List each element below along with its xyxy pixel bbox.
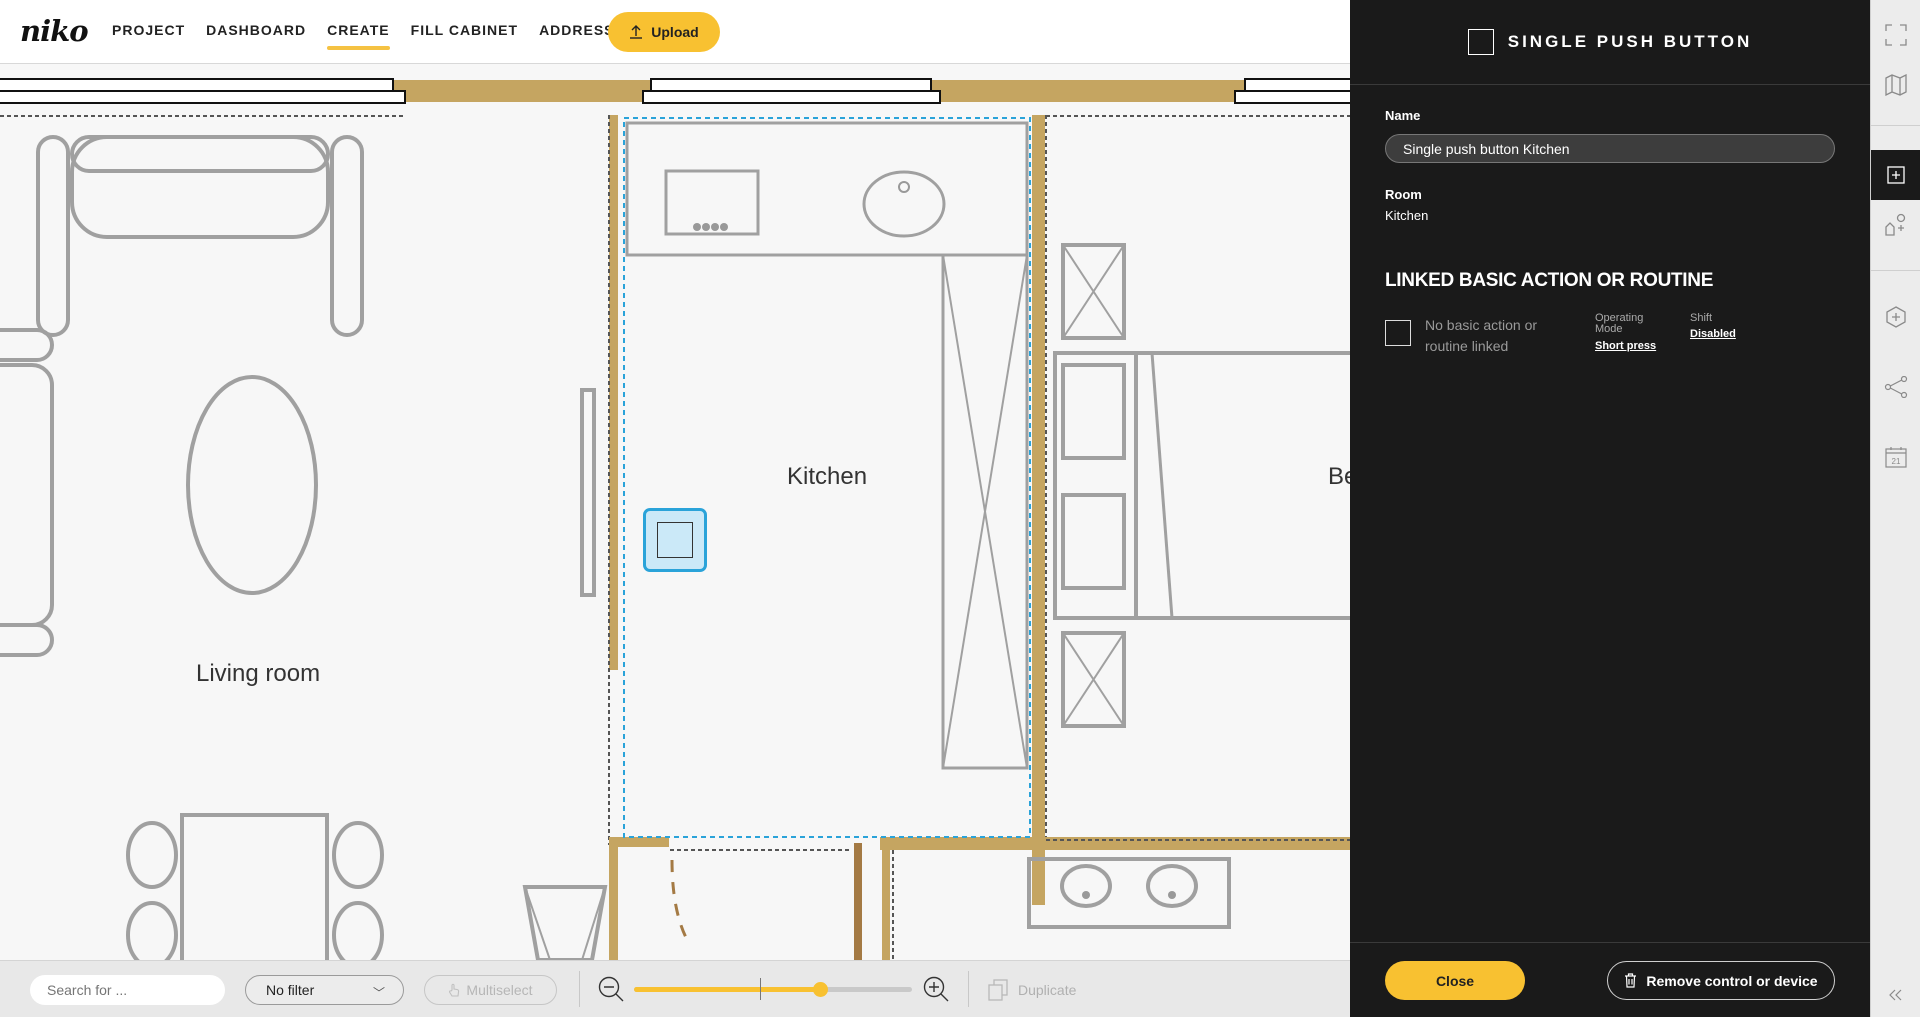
upload-label: Upload [651,24,699,40]
upload-icon [630,25,643,39]
close-button[interactable]: Close [1385,961,1525,1000]
panel-footer-divider [1350,942,1870,943]
nav-project[interactable]: PROJECT [112,22,185,50]
niko-logo[interactable]: niko [20,14,89,48]
window-kitchen [642,78,941,104]
hand-pointer-icon [449,983,460,997]
room-label-living-room[interactable]: Living room [196,660,320,688]
selected-device-single-push-button[interactable] [643,508,707,572]
room-label: Room [1385,187,1422,202]
upload-button[interactable]: Upload [608,12,720,52]
main-nav: PROJECT DASHBOARD CREATE FILL CABINET AD… [112,22,636,50]
bottom-toolbar: No filter ﹀ Multiselect Duplicate [0,960,1350,1017]
share-node-icon [1884,376,1908,398]
link-action-checkbox[interactable] [1385,320,1411,346]
duplicate-label: Duplicate [1018,982,1077,998]
filter-select[interactable]: No filter ﹀ [245,975,404,1005]
rail-divider [1871,125,1920,126]
collapse-panel-button[interactable] [1871,975,1920,1015]
operating-mode-value[interactable]: Short press [1595,340,1656,352]
no-link-text: No basic action or routine linked [1425,317,1538,354]
collapse-icon [1889,989,1902,1001]
share-node-button[interactable] [1871,362,1920,412]
linked-action-heading: LINKED BASIC ACTION OR ROUTINE [1385,270,1714,291]
right-tool-rail: 21 [1870,0,1920,1017]
fullscreen-button[interactable] [1871,10,1920,60]
shift-value[interactable]: Disabled [1690,328,1736,340]
multiselect-label: Multiselect [466,982,533,998]
add-hexagon-button[interactable] [1871,292,1920,342]
add-shape-button[interactable] [1871,200,1920,250]
calendar-icon: 21 [1885,447,1907,468]
toolbar-divider [579,971,580,1007]
map-button[interactable] [1871,60,1920,110]
calendar-button[interactable]: 21 [1871,432,1920,482]
room-label-bedroom[interactable]: Be [1328,463,1350,491]
chevron-down-icon: ﹀ [372,986,385,1000]
fullscreen-icon [1885,24,1907,46]
add-device-button[interactable] [1871,150,1920,200]
name-label: Name [1385,108,1421,123]
zoom-slider-thumb[interactable] [813,982,829,997]
shift-label: Shift [1690,312,1713,324]
zoom-slider-tick [760,978,761,1000]
app-root: niko PROJECT DASHBOARD CREATE FILL CABIN… [0,0,1920,1017]
room-value: Kitchen [1385,208,1429,223]
svg-text:21: 21 [1892,457,1901,466]
zoom-in-icon[interactable] [922,975,950,1003]
nav-address[interactable]: ADDRESS [539,22,614,50]
add-icon [1887,166,1905,184]
panel-header: SINGLE PUSH BUTTON [1350,0,1870,85]
multiselect-button[interactable]: Multiselect [424,975,557,1005]
room-label-kitchen[interactable]: Kitchen [787,463,867,491]
toolbar-divider [968,971,969,1007]
window-right [1234,78,1350,104]
device-details-panel: SINGLE PUSH BUTTON Name Room Kitchen LIN… [1350,0,1870,1017]
single-push-button-icon [657,522,693,558]
remove-label: Remove control or device [1646,972,1818,989]
add-shape-icon [1885,213,1906,236]
name-field[interactable] [1385,134,1835,163]
map-icon [1885,74,1907,96]
floorplan-canvas[interactable]: Kitchen Living room Be [0,65,1350,960]
nav-dashboard[interactable]: DASHBOARD [206,22,306,50]
duplicate-icon [988,979,1008,1001]
window-left [0,78,406,104]
remove-control-button[interactable]: Remove control or device [1607,961,1835,1000]
zoom-slider[interactable] [634,978,912,1000]
top-navigation-bar: niko PROJECT DASHBOARD CREATE FILL CABIN… [0,0,1350,64]
rail-divider [1871,270,1920,271]
filter-value: No filter [266,982,315,998]
nav-fill-cabinet[interactable]: FILL CABINET [411,22,518,50]
single-push-button-icon [1467,29,1494,55]
add-hexagon-icon [1886,306,1906,328]
nav-create[interactable]: CREATE [327,22,390,50]
operating-mode-label: Operating Mode [1595,312,1644,335]
zoom-slider-fill [634,987,821,992]
zoom-out-icon[interactable] [597,975,625,1003]
trash-icon [1625,973,1637,988]
duplicate-button[interactable]: Duplicate [988,975,1076,1005]
panel-title: SINGLE PUSH BUTTON [1507,32,1753,51]
search-input[interactable] [30,975,225,1005]
